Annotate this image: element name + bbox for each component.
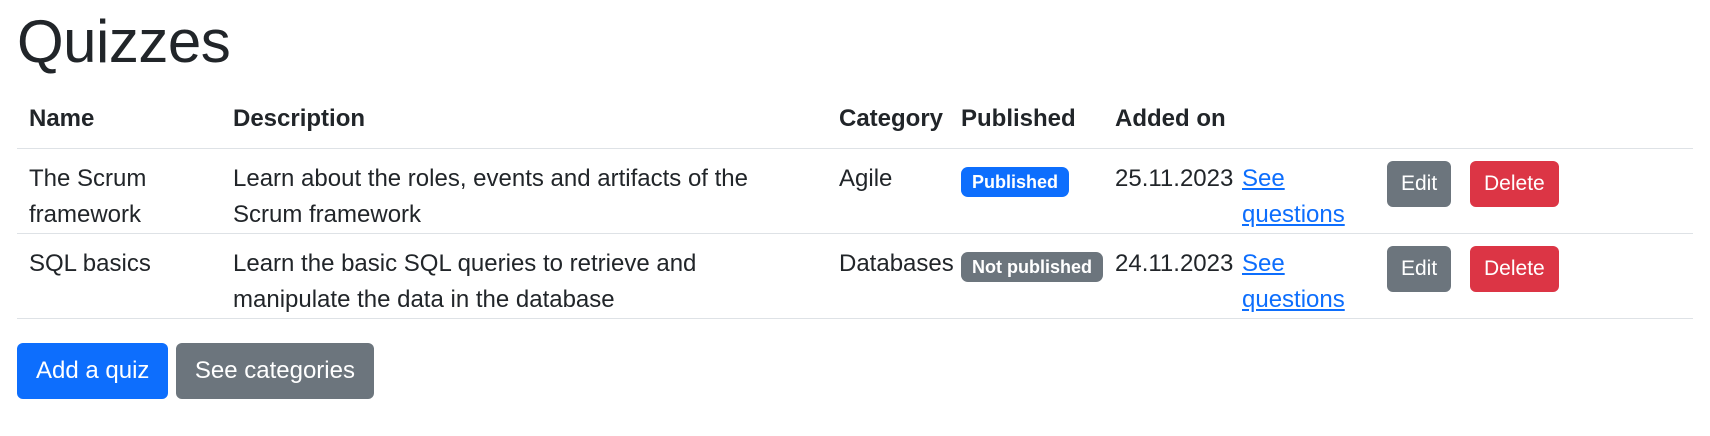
edit-cell: Edit	[1375, 233, 1458, 319]
delete-button[interactable]: Delete	[1470, 161, 1559, 207]
edit-button[interactable]: Edit	[1387, 161, 1452, 207]
edit-cell: Edit	[1375, 148, 1458, 234]
quiz-description: Learn the basic SQL queries to retrieve …	[221, 233, 827, 319]
see-questions-cell: See questions	[1230, 233, 1375, 319]
header-name: Name	[17, 90, 221, 149]
quiz-table: Name Description Category Published Adde…	[17, 90, 1693, 319]
edit-button[interactable]: Edit	[1387, 246, 1452, 292]
header-added-on: Added on	[1103, 90, 1230, 149]
published-cell: Not published	[949, 233, 1103, 319]
delete-cell: Delete	[1458, 233, 1693, 319]
quiz-name: SQL basics	[17, 233, 221, 319]
see-questions-link[interactable]: See questions	[1242, 250, 1345, 313]
header-published: Published	[949, 90, 1103, 149]
header-description: Description	[221, 90, 827, 149]
quiz-name: The Scrum framework	[17, 148, 221, 234]
quiz-category: Databases	[827, 233, 954, 319]
status-badge: Published	[961, 167, 1070, 197]
header-edit	[1375, 90, 1458, 149]
add-quiz-button[interactable]: Add a quiz	[17, 343, 169, 399]
quiz-description: Learn about the roles, events and artifa…	[221, 148, 827, 234]
quiz-added-on: 24.11.2023	[1103, 233, 1233, 319]
delete-cell: Delete	[1458, 148, 1693, 234]
main-container: Quizzes Name Description Category Publis…	[17, 0, 1693, 399]
table-header-row: Name Description Category Published Adde…	[17, 90, 1693, 149]
bottom-actions: Add a quiz See categories	[17, 343, 1693, 399]
see-categories-button[interactable]: See categories	[175, 343, 374, 399]
see-questions-link[interactable]: See questions	[1242, 165, 1345, 228]
published-cell: Published	[949, 148, 1103, 234]
header-delete	[1458, 90, 1693, 149]
quiz-added-on: 25.11.2023	[1103, 148, 1233, 234]
header-see-questions	[1230, 90, 1375, 149]
delete-button[interactable]: Delete	[1470, 246, 1559, 292]
header-category: Category	[827, 90, 949, 149]
status-badge: Not published	[961, 252, 1103, 282]
quiz-category: Agile	[827, 148, 949, 234]
table-row: SQL basics Learn the basic SQL queries t…	[17, 233, 1693, 319]
table-row: The Scrum framework Learn about the role…	[17, 148, 1693, 234]
page-title: Quizzes	[17, 8, 231, 75]
see-questions-cell: See questions	[1230, 148, 1375, 234]
